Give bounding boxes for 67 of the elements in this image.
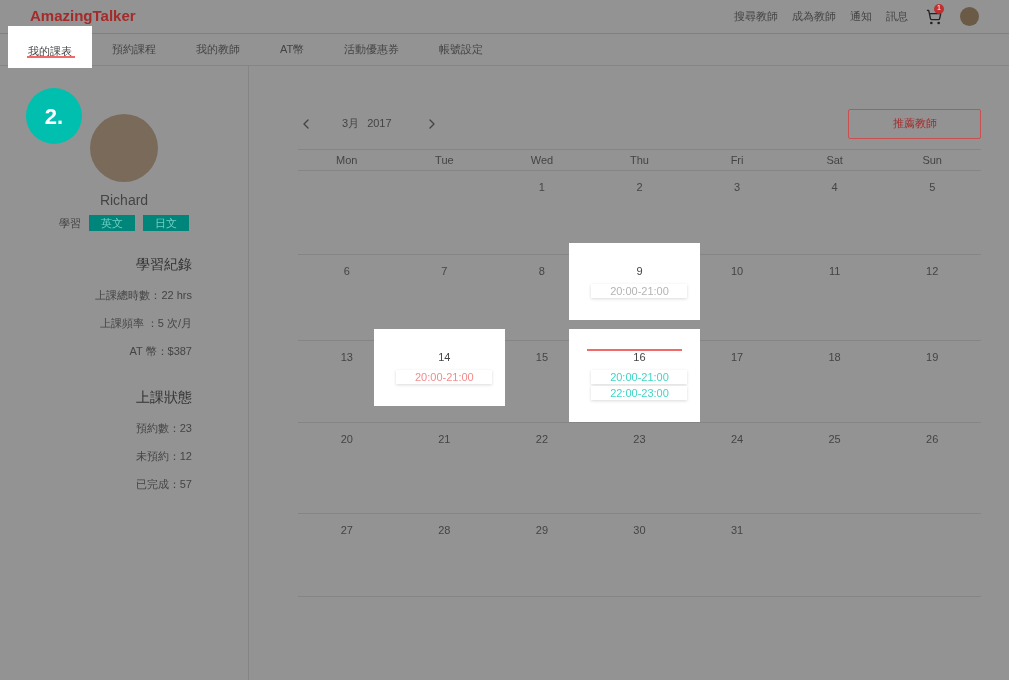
tab[interactable]: 我的課表 (8, 26, 92, 68)
tab[interactable]: 我的教師 (176, 34, 260, 65)
stat-text: AT 幣：$387 (129, 343, 192, 359)
section-title: 上課狀態 (136, 387, 192, 407)
year-label: 2017 (367, 116, 392, 132)
stat-text: 預約數：23 (135, 420, 192, 436)
stat-text: 未預約：12 (135, 448, 192, 464)
step-badge: 2. (26, 88, 82, 144)
day-number: 10 (730, 264, 744, 279)
cart-icon[interactable] (926, 8, 942, 25)
nav-link[interactable]: 訊息 (886, 8, 908, 25)
day-number: 7 (441, 264, 448, 279)
weekday-header: Thu (629, 152, 650, 168)
day-number: 5 (929, 180, 936, 195)
day-number: 27 (340, 523, 353, 538)
weekday-header: Fri (729, 152, 745, 168)
day-number: 22 (535, 432, 549, 447)
nav-link[interactable]: 成為教師 (792, 8, 836, 25)
day-number: 19 (926, 350, 939, 365)
day-number: 8 (538, 264, 545, 279)
day-number: 21 (438, 432, 451, 447)
day-number: 31 (730, 523, 744, 538)
weekday-header: Sat (825, 152, 844, 168)
language-tag: 英文 (89, 215, 135, 232)
day-number: 28 (438, 523, 451, 538)
stat-text: 已完成：57 (135, 476, 192, 492)
day-number: 9 (636, 264, 643, 279)
day-number: 4 (831, 180, 838, 195)
day-number: 24 (730, 432, 744, 447)
tab[interactable]: AT幣 (260, 34, 325, 65)
day-number: 1 (538, 180, 545, 195)
day-number: 17 (730, 350, 744, 365)
day-number: 6 (343, 264, 350, 279)
month-label: 3月 (342, 116, 360, 132)
user-name: Richard (99, 191, 149, 210)
day-number: 16 (633, 350, 646, 365)
learning-label: 學習 (59, 216, 81, 231)
recommend-teacher-button[interactable]: 推薦教師 (848, 108, 981, 139)
tab[interactable]: 帳號設定 (419, 34, 504, 65)
weekday-header: Tue (434, 152, 455, 168)
day-number: 29 (535, 523, 549, 538)
weekday-header: Sun (921, 152, 943, 168)
day-number: 14 (438, 350, 451, 365)
weekday-header: Wed (529, 152, 555, 168)
day-number: 3 (734, 180, 741, 195)
nav-link[interactable]: 搜尋教師 (734, 8, 778, 25)
tab[interactable]: 預約課程 (92, 34, 176, 65)
day-number: 12 (926, 264, 939, 279)
day-number: 25 (828, 432, 841, 447)
weekday-header: Mon (335, 152, 359, 168)
stat-text: 上課頻率 ：5 次/月 (99, 315, 192, 331)
day-number: 18 (828, 350, 841, 365)
logo[interactable]: AmazingTalker (30, 5, 136, 28)
language-tag: 日文 (143, 215, 189, 232)
avatar[interactable] (960, 7, 979, 26)
day-number: 15 (535, 350, 549, 365)
day-number: 30 (633, 523, 646, 538)
day-number: 23 (633, 432, 646, 447)
tab[interactable]: 活動優惠券 (324, 34, 420, 65)
day-number: 11 (828, 264, 841, 279)
day-number: 2 (636, 180, 643, 195)
section-title: 學習紀錄 (136, 254, 192, 274)
nav-link[interactable]: 通知 (850, 8, 872, 25)
day-number: 13 (340, 350, 353, 365)
day-number: 26 (926, 432, 939, 447)
day-number: 20 (340, 432, 353, 447)
stat-text: 上課總時數：22 hrs (95, 287, 192, 303)
